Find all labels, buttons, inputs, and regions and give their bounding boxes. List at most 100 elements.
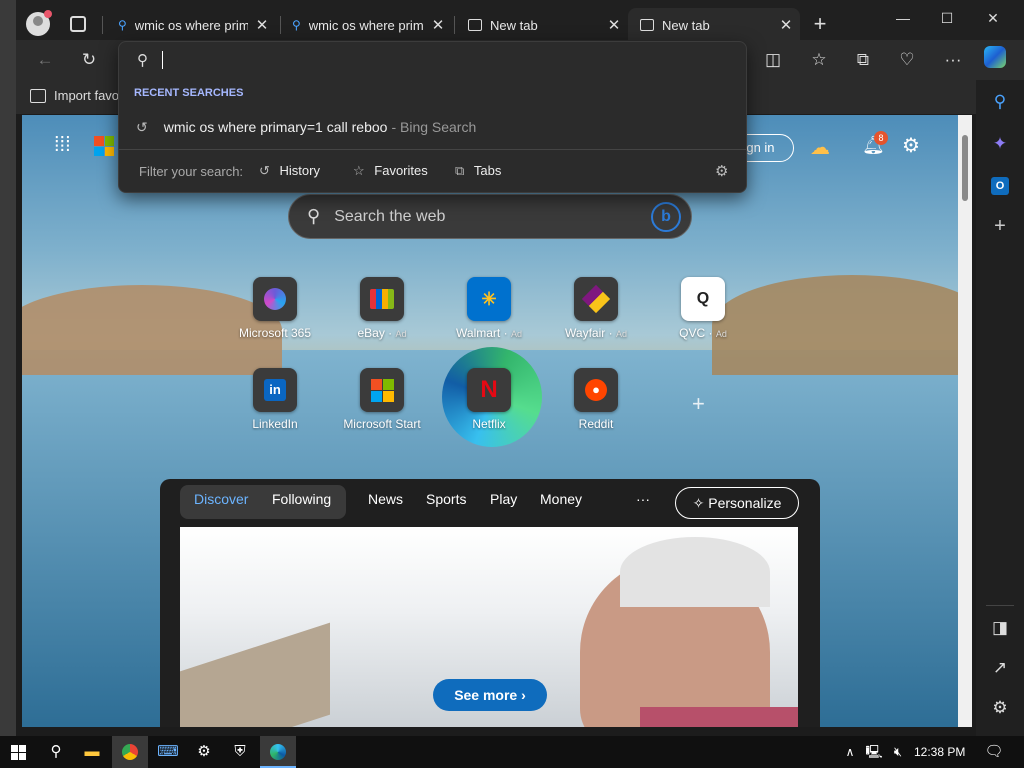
tab-search-1[interactable]: ⚲ wmic os where primar ✕ xyxy=(106,8,276,42)
star-icon: ☆ xyxy=(353,163,365,178)
profile-avatar[interactable] xyxy=(26,10,52,36)
hide-sidebar-icon[interactable]: ◨ xyxy=(984,612,1016,644)
walmart-icon: ✳ xyxy=(467,277,511,321)
outlook-icon[interactable]: O xyxy=(984,168,1016,200)
microsoft-365-icon xyxy=(253,277,297,321)
address-bar-dropdown: ⚲ RECENT SEARCHES ↺ wmic os where primar… xyxy=(118,41,747,193)
copilot-sidebar-icon[interactable]: ✦ xyxy=(984,128,1016,160)
filter-history[interactable]: ↺ History xyxy=(259,163,320,179)
tile-wayfair[interactable]: Wayfair · Ad xyxy=(546,277,646,347)
tab-play[interactable]: Play xyxy=(490,491,517,507)
tile-label: Microsoft Start xyxy=(343,417,421,431)
edge-taskbar-icon[interactable] xyxy=(260,736,296,768)
close-icon[interactable]: ✕ xyxy=(772,16,800,34)
security-icon[interactable]: ⛨ xyxy=(222,736,258,768)
sign-in-label: ign in xyxy=(743,140,775,155)
search-icon: ⚲ xyxy=(137,52,148,69)
tab-label: wmic os where prima xyxy=(308,17,424,33)
tab-label: New tab xyxy=(490,17,538,33)
add-tile-icon[interactable]: + xyxy=(692,391,705,417)
chrome-icon[interactable] xyxy=(112,736,148,768)
tile-label: LinkedIn xyxy=(252,417,298,431)
file-explorer-icon[interactable]: ▬ xyxy=(74,736,110,768)
close-icon[interactable]: ✕ xyxy=(600,16,628,34)
filter-favorites[interactable]: ☆ Favorites xyxy=(353,163,428,179)
filter-tabs[interactable]: ⧉ Tabs xyxy=(455,163,501,179)
tab-discover[interactable]: Discover xyxy=(194,491,248,507)
clock[interactable]: 12:38 PM xyxy=(914,745,965,759)
tab-sports[interactable]: Sports xyxy=(426,491,466,507)
refresh-icon[interactable]: ↻ xyxy=(74,46,104,74)
tile-ebay[interactable]: eBay · Ad xyxy=(332,277,432,347)
personalize-icon: ✧ xyxy=(692,495,705,511)
tab-actions-icon[interactable] xyxy=(70,16,86,32)
netflix-icon: N xyxy=(467,368,511,412)
close-window-button[interactable]: ✕ xyxy=(970,6,1016,30)
tile-label: Microsoft 365 xyxy=(238,326,312,340)
page-settings-icon[interactable]: ⚙ xyxy=(902,133,920,158)
see-more-label: See more xyxy=(454,687,518,703)
bing-icon[interactable]: b xyxy=(651,201,681,232)
tab-newtab-1[interactable]: New tab ✕ xyxy=(456,8,628,42)
more-tabs-button[interactable]: ··· xyxy=(636,491,650,507)
notification-center-icon[interactable]: 🗨︎ xyxy=(976,736,1012,768)
tab-money[interactable]: Money xyxy=(540,491,582,507)
tab-search-2[interactable]: ⚲ wmic os where prima ✕ xyxy=(280,8,452,42)
reddit-icon: ● xyxy=(574,368,618,412)
windows-taskbar: ⚲ ▬ ⌨ ⚙ ⛨ ∧ 🖳︎ 🔇︎ 12:38 PM 🗨︎ xyxy=(0,736,1024,768)
tab-following[interactable]: Following xyxy=(272,491,331,507)
keyboard-icon[interactable]: ⌨ xyxy=(150,736,186,768)
wayfair-icon xyxy=(574,277,618,321)
add-icon[interactable]: + xyxy=(984,210,1016,242)
settings-icon[interactable]: ⚙ xyxy=(186,736,222,768)
settings-icon[interactable]: ⚙ xyxy=(984,692,1016,724)
ad-label: Ad xyxy=(395,329,407,339)
import-favorites-button[interactable]: Import favo xyxy=(30,88,119,103)
tile-microsoft-start[interactable]: Microsoft Start xyxy=(332,368,432,438)
split-screen-icon[interactable]: ◫ xyxy=(758,46,788,74)
personalize-button[interactable]: ✧ Personalize xyxy=(675,487,799,519)
filter-label: Filter your search: xyxy=(139,164,244,179)
collections-icon[interactable]: ⧉ xyxy=(848,46,878,74)
tile-qvc[interactable]: Q QVC · Ad xyxy=(653,277,753,347)
tab-newtab-active[interactable]: New tab ✕ xyxy=(628,8,800,42)
tile-linkedin[interactable]: in LinkedIn xyxy=(225,368,325,438)
web-search-box[interactable]: ⚲ Search the web b xyxy=(288,194,692,239)
volume-muted-icon[interactable]: 🔇︎ xyxy=(880,736,916,768)
tile-label: Wayfair xyxy=(565,326,606,340)
feed-hero-image[interactable]: See more › xyxy=(180,527,798,727)
apps-launcher-icon[interactable]: ⁞⁞⁞ xyxy=(54,135,74,155)
minimize-button[interactable]: — xyxy=(880,6,926,30)
weather-icon[interactable]: ☁ xyxy=(810,135,830,160)
copilot-icon[interactable] xyxy=(980,46,1010,74)
back-icon[interactable]: ← xyxy=(30,46,60,74)
filter-tabs-label: Tabs xyxy=(473,163,502,178)
address-input[interactable]: ⚲ xyxy=(119,42,746,78)
close-icon[interactable]: ✕ xyxy=(248,16,276,34)
external-link-icon[interactable]: ↗ xyxy=(984,652,1016,684)
page-scrollbar[interactable] xyxy=(958,115,972,727)
tile-reddit[interactable]: ● Reddit xyxy=(546,368,646,438)
favorites-icon[interactable]: ☆ xyxy=(804,46,834,74)
start-button[interactable] xyxy=(0,736,36,768)
search-settings-icon[interactable]: ⚙ xyxy=(715,162,728,180)
close-icon[interactable]: ✕ xyxy=(424,16,452,34)
tab-news[interactable]: News xyxy=(368,491,403,507)
search-icon[interactable]: ⚲ xyxy=(38,736,74,768)
desktop-background xyxy=(0,0,16,736)
more-menu-icon[interactable]: ··· xyxy=(938,46,968,74)
ebay-icon xyxy=(360,277,404,321)
ad-label: Ad xyxy=(615,329,627,339)
tile-label: Netflix xyxy=(472,417,506,431)
new-tab-button[interactable]: + xyxy=(808,10,832,38)
maximize-button[interactable]: ☐ xyxy=(924,6,970,30)
browser-essentials-icon[interactable]: ♡ xyxy=(892,46,922,74)
tile-label: QVC xyxy=(679,326,706,340)
tile-microsoft-365[interactable]: Microsoft 365 xyxy=(225,277,325,347)
recent-search-item[interactable]: ↺ wmic os where primary=1 call reboo - B… xyxy=(119,112,746,142)
microsoft-logo[interactable] xyxy=(94,136,114,156)
see-more-button[interactable]: See more › xyxy=(433,679,547,711)
search-icon[interactable]: ⚲ xyxy=(984,86,1016,118)
tile-netflix[interactable]: N Netflix xyxy=(439,368,539,438)
tile-walmart[interactable]: ✳ Walmart · Ad xyxy=(439,277,539,347)
